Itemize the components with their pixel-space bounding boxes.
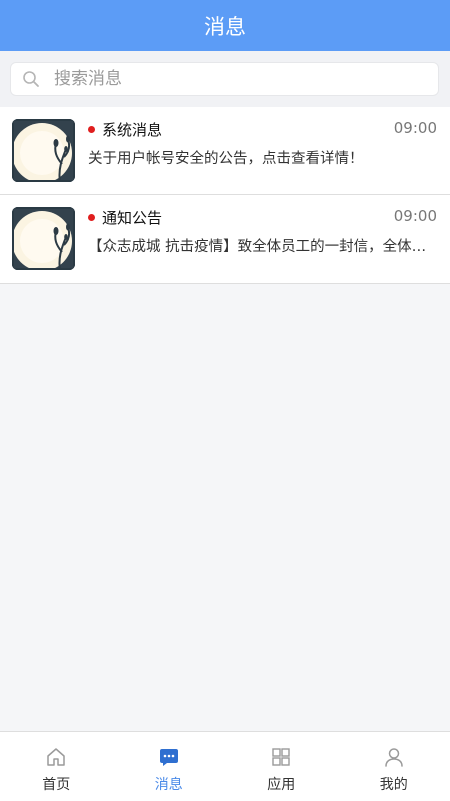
bottom-tab-bar: 首页 消息 应用 我的: [0, 731, 450, 801]
message-preview: 关于用户帐号安全的公告，点击查看详情！: [88, 147, 436, 168]
apps-grid-icon: [270, 746, 292, 768]
search-input[interactable]: [54, 69, 394, 89]
avatar: [12, 207, 75, 270]
search-icon: [22, 70, 40, 88]
tab-apps[interactable]: 应用: [225, 732, 338, 801]
tab-messages[interactable]: 消息: [113, 732, 226, 801]
tab-label: 我的: [380, 774, 408, 794]
search-area: [0, 51, 450, 107]
avatar: [12, 119, 75, 182]
message-preview: 【众志成城 抗击疫情】致全体员工的一封信，全体员工：面对疫情，我们众志成城: [88, 235, 436, 256]
search-box[interactable]: [10, 62, 439, 96]
user-icon: [383, 746, 405, 768]
message-title: 通知公告: [102, 207, 162, 228]
message-title: 系统消息: [102, 119, 162, 140]
page-title: 消息: [204, 11, 246, 41]
message-item-notice[interactable]: 通知公告 09:00 【众志成城 抗击疫情】致全体员工的一封信，全体员工：面对疫…: [0, 195, 450, 284]
message-time: 09:00: [394, 207, 437, 225]
tab-label: 应用: [267, 774, 295, 794]
unread-dot: [88, 214, 95, 221]
unread-dot: [88, 126, 95, 133]
message-list: 系统消息 09:00 关于用户帐号安全的公告，点击查看详情！ 通知公告 09:0…: [0, 107, 450, 284]
tab-profile[interactable]: 我的: [338, 732, 450, 801]
message-time: 09:00: [394, 119, 437, 137]
tab-label: 首页: [42, 774, 70, 794]
message-icon: [158, 746, 180, 768]
header-bar: 消息: [0, 0, 450, 51]
tab-home[interactable]: 首页: [0, 732, 113, 801]
tab-label: 消息: [155, 774, 183, 794]
message-item-system[interactable]: 系统消息 09:00 关于用户帐号安全的公告，点击查看详情！: [0, 107, 450, 195]
home-icon: [45, 746, 67, 768]
